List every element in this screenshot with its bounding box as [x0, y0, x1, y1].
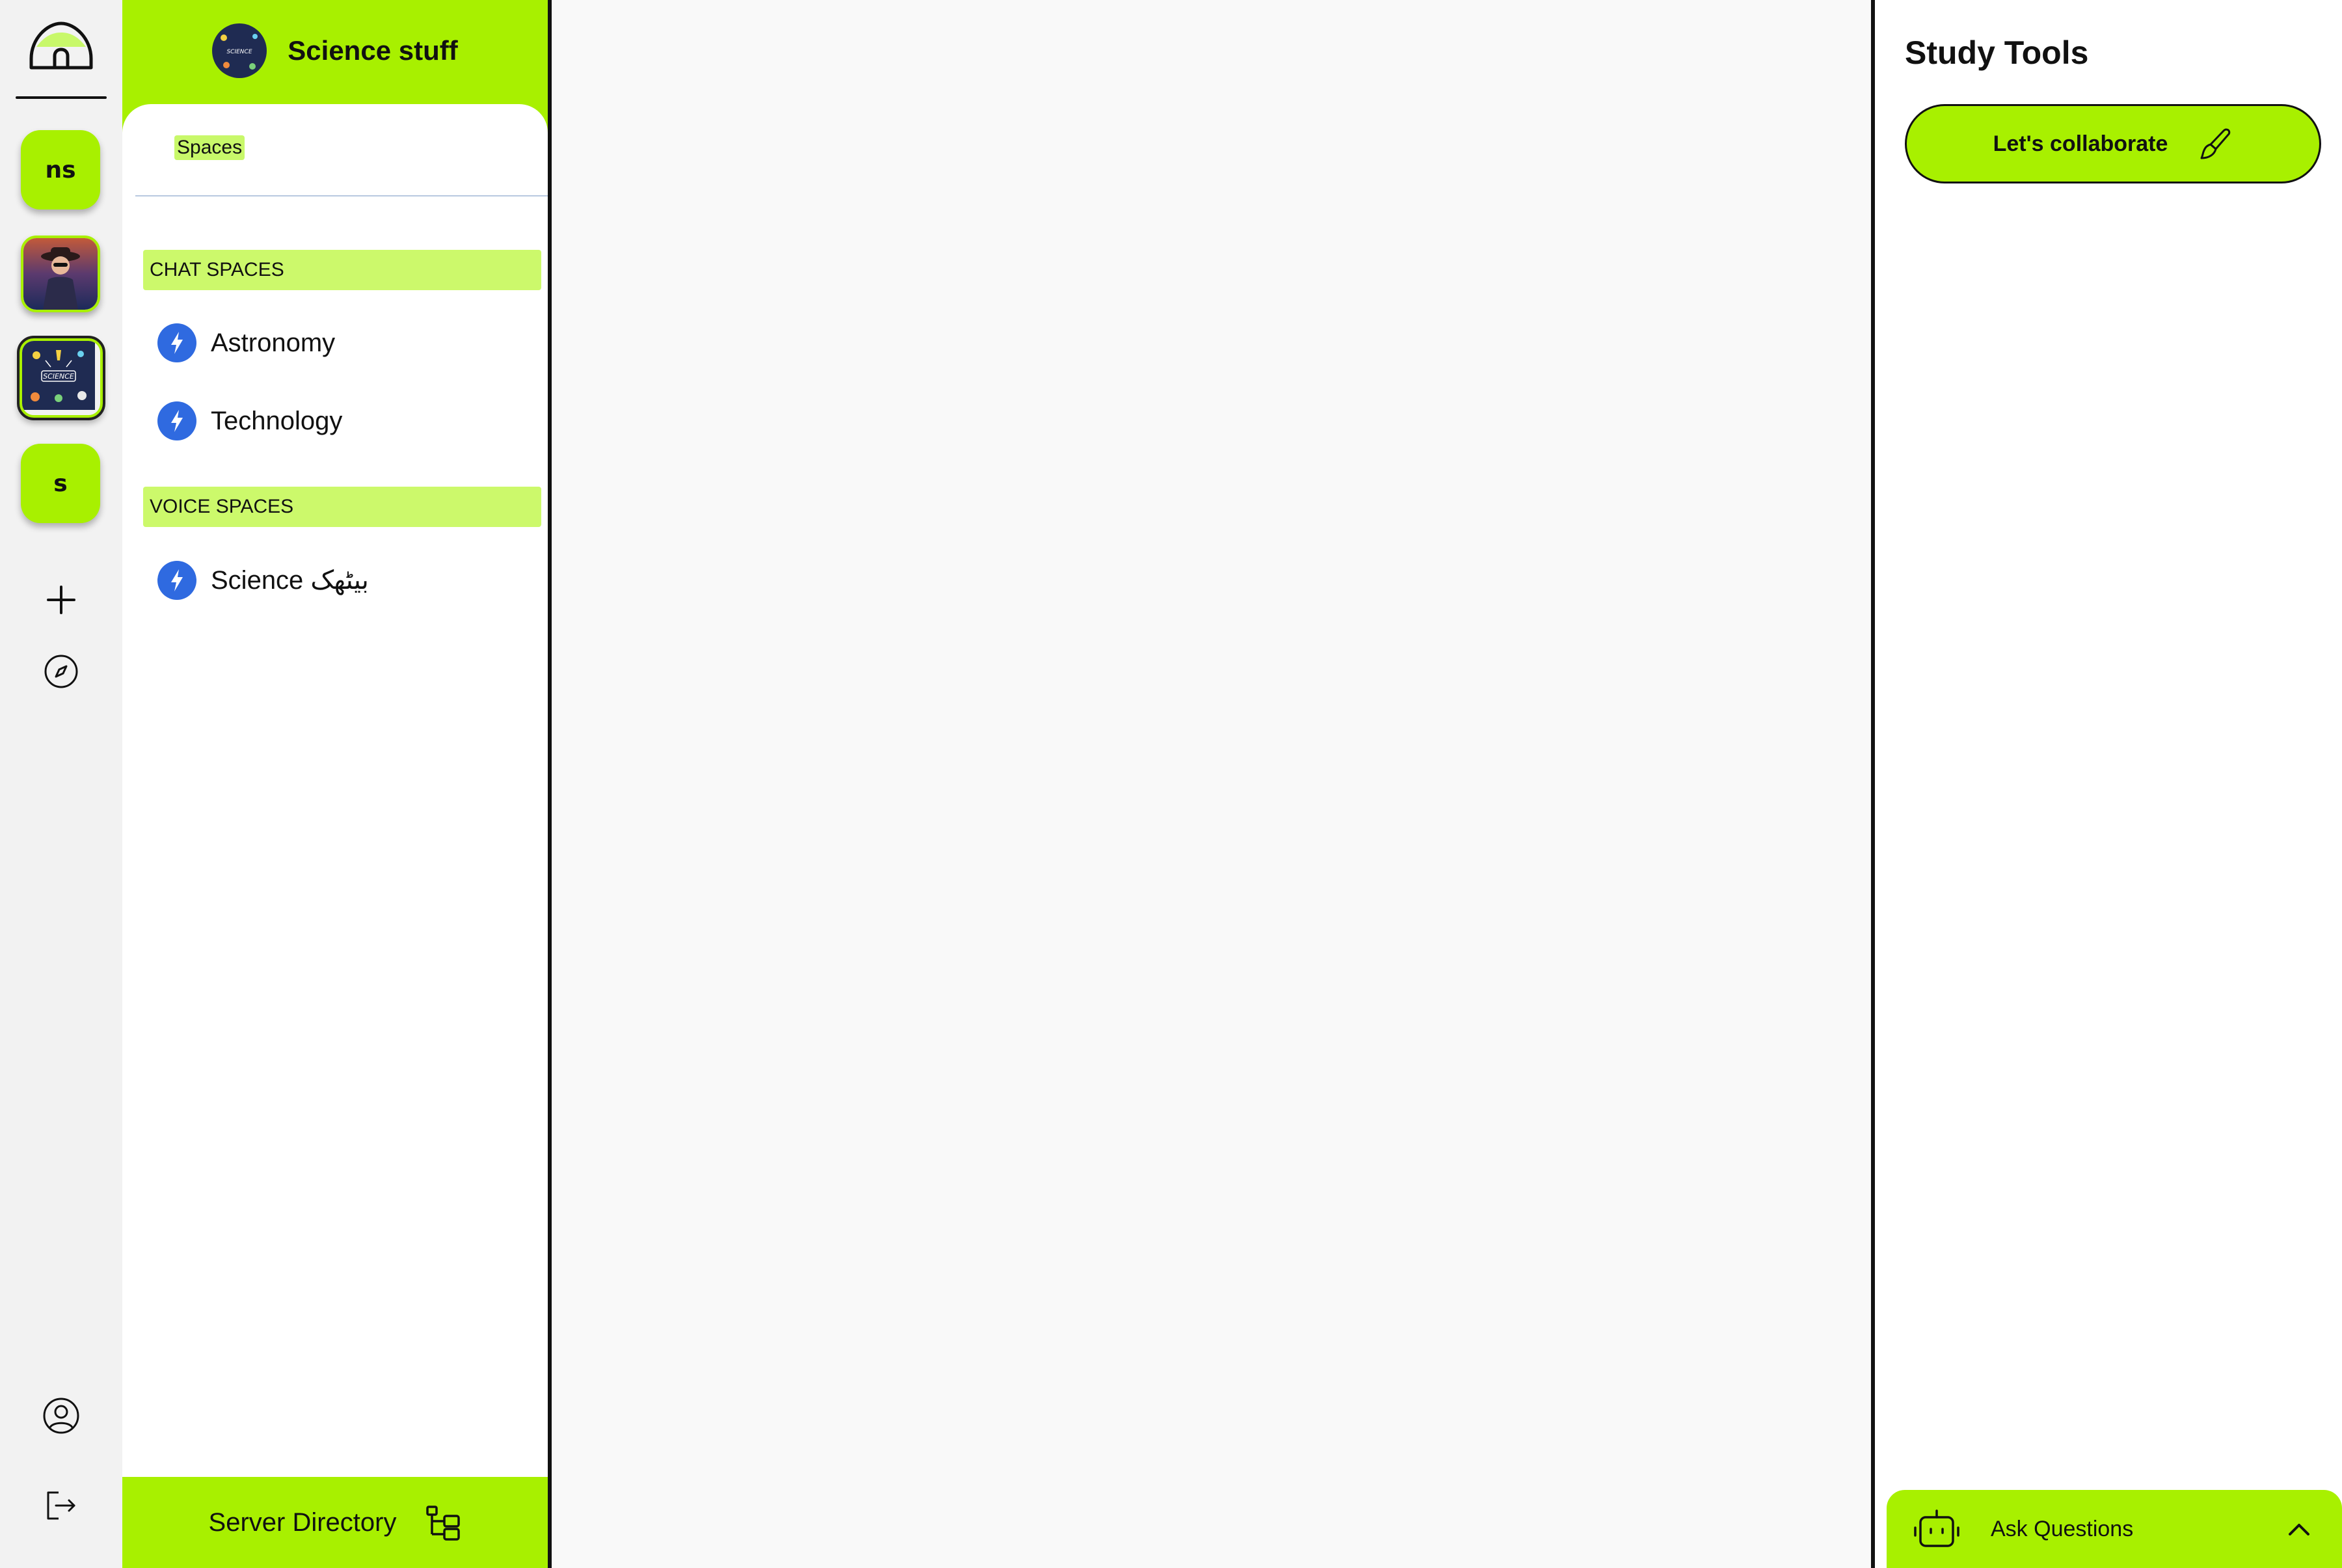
home-icon	[29, 21, 93, 70]
robot-icon	[1914, 1509, 1959, 1547]
add-server-icon	[47, 586, 75, 614]
study-tools-panel: Study Tools Let's collaborate Ask Questi…	[1871, 0, 2342, 1568]
science-server-icon: SCIENCE	[212, 23, 267, 78]
bolt-icon	[157, 401, 196, 440]
server-ns-label: ns	[45, 156, 76, 183]
server-ns-button[interactable]: ns	[21, 130, 100, 210]
server-title: Science stuff	[288, 35, 458, 66]
home-button[interactable]	[16, 18, 107, 101]
brush-icon	[2200, 128, 2231, 159]
channel-technology[interactable]: Technology	[157, 400, 342, 442]
bolt-icon	[157, 323, 196, 362]
directory-tree-icon	[426, 1506, 461, 1541]
channel-label: Science بیٹھک	[211, 566, 369, 595]
tab-spaces[interactable]: Spaces	[174, 135, 245, 160]
study-tools-title: Study Tools	[1905, 34, 2089, 71]
section-chat-spaces[interactable]: CHAT SPACES	[143, 250, 541, 290]
section-voice-spaces[interactable]: VOICE SPACES	[143, 487, 541, 527]
svg-text:SCIENCE: SCIENCE	[227, 49, 252, 55]
svg-text:SCIENCE: SCIENCE	[43, 372, 74, 381]
explore-button[interactable]	[40, 651, 82, 692]
profile-icon	[43, 1398, 79, 1434]
channel-label: Technology	[211, 406, 343, 435]
server-avatar-person[interactable]	[21, 236, 100, 312]
explore-icon	[44, 655, 78, 688]
server-rail: ns SCIENCE s	[0, 0, 122, 1568]
home-underline	[16, 96, 107, 99]
channel-astronomy[interactable]: Astronomy	[157, 322, 335, 364]
server-avatar: SCIENCE	[212, 23, 267, 78]
add-server-button[interactable]	[40, 579, 82, 621]
server-s-button[interactable]: s	[21, 444, 100, 523]
collaborate-button[interactable]: Let's collaborate	[1905, 104, 2321, 183]
server-s-label: s	[53, 470, 68, 497]
profile-button[interactable]	[40, 1395, 82, 1437]
ask-questions-bar[interactable]: Ask Questions	[1887, 1490, 2342, 1568]
chevron-up-icon[interactable]	[2283, 1513, 2315, 1545]
channel-label: Astronomy	[211, 328, 336, 357]
channel-science-voice[interactable]: Science بیٹھک	[157, 560, 369, 601]
channel-panel: SCIENCE Science stuff Spaces CHAT SPACES…	[122, 0, 552, 1568]
server-directory-label: Server Directory	[208, 1507, 397, 1537]
server-directory-button[interactable]: Server Directory	[122, 1477, 548, 1568]
collaborate-label: Let's collaborate	[1993, 131, 2168, 156]
ask-questions-label: Ask Questions	[1991, 1516, 2134, 1541]
channel-list: Spaces CHAT SPACES Astronomy Technology …	[122, 104, 548, 1477]
logout-button[interactable]	[40, 1485, 82, 1526]
logout-icon	[47, 1491, 75, 1520]
server-science-active[interactable]: SCIENCE	[17, 336, 105, 420]
main-content	[556, 0, 1871, 1568]
science-server-icon: SCIENCE	[22, 341, 95, 410]
server-header[interactable]: SCIENCE Science stuff	[122, 0, 548, 104]
bolt-icon	[157, 561, 196, 600]
person-avatar-icon	[23, 238, 98, 310]
tab-divider	[135, 195, 548, 196]
